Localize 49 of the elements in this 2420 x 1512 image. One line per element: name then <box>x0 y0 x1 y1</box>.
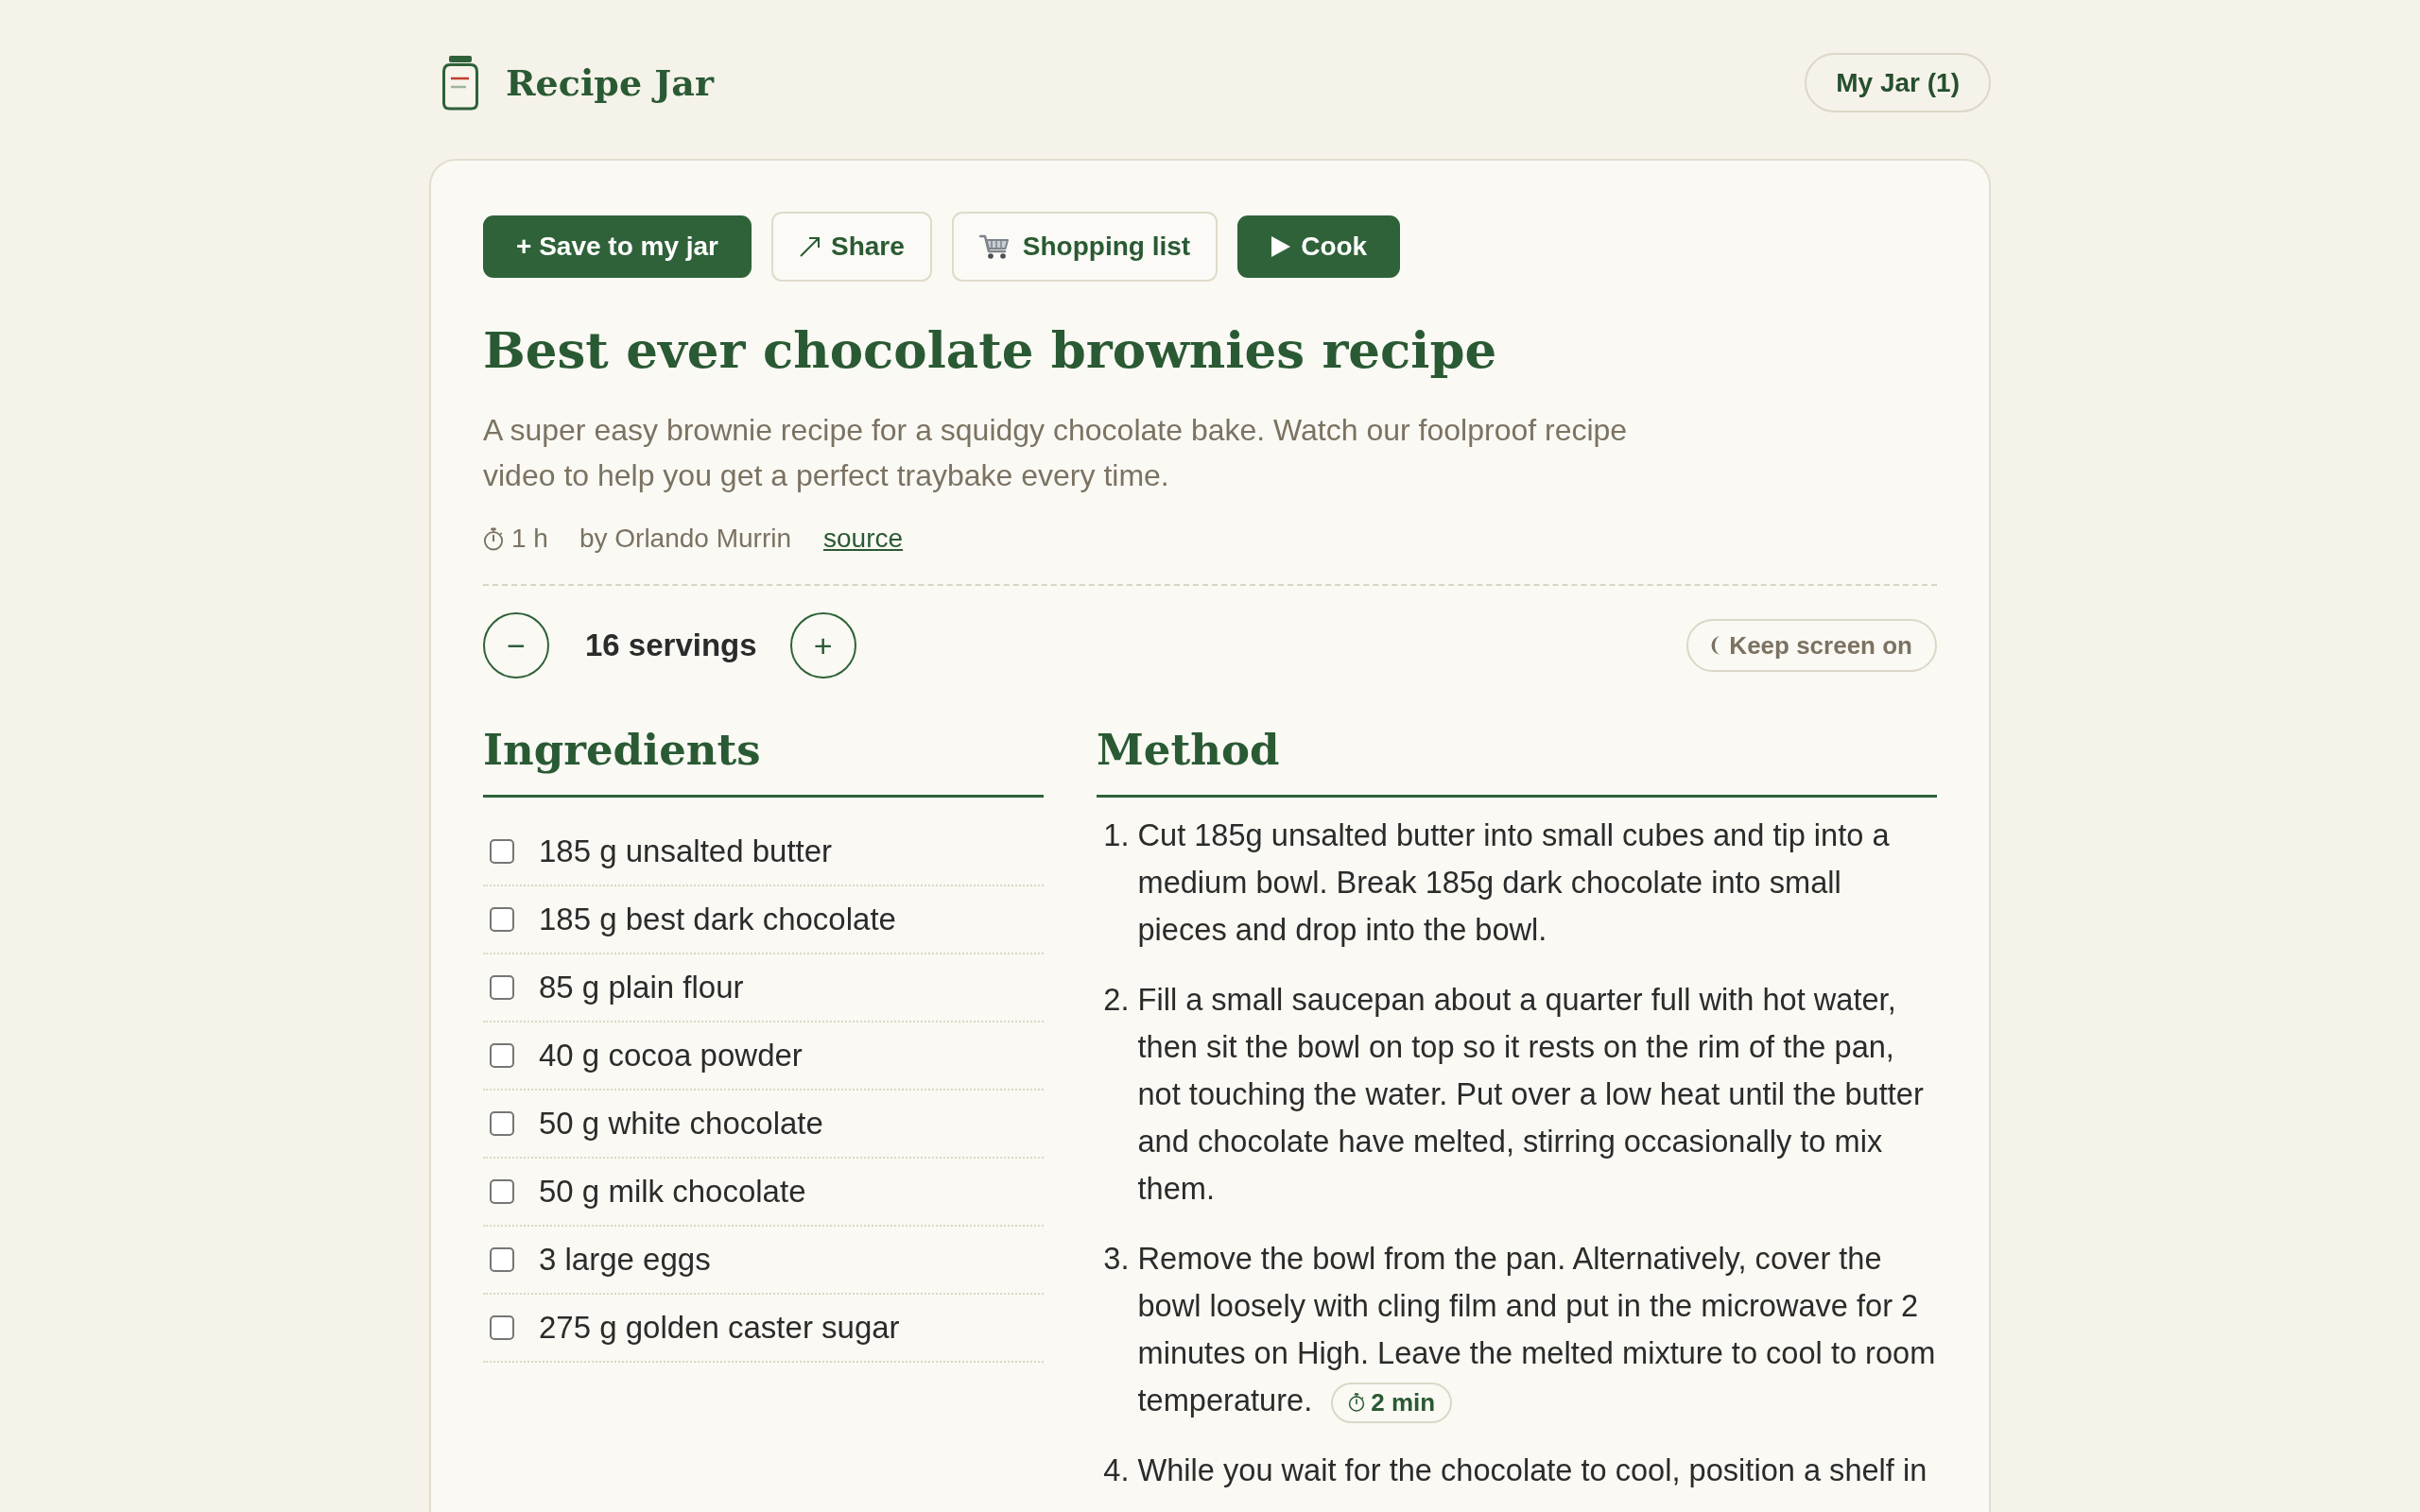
method-heading: Method <box>1097 722 1937 798</box>
recipe-description: A super easy brownie recipe for a squidgy chocolate bake. Watch our foolproof recipe video to help you get a perfect traybake every time. <box>483 412 1629 494</box>
keep-screen-on-toggle[interactable]: Keep screen on <box>1686 619 1937 672</box>
my-jar-button[interactable]: My Jar (1) <box>1805 53 1991 112</box>
decrease-servings-button[interactable]: − <box>483 612 549 679</box>
ingredient-checkbox[interactable] <box>490 1247 514 1272</box>
recipe-title: Best ever chocolate brownies recipe <box>483 319 1498 381</box>
recipe-author: by Orlando Murrin <box>579 523 792 555</box>
step-number: 3. <box>1102 1240 1131 1278</box>
ingredients-heading: Ingredients <box>483 722 1044 798</box>
step-number: 2. <box>1102 981 1131 1019</box>
ingredient-checkbox[interactable] <box>490 1179 514 1204</box>
step-text: Cut 185g unsalted butter into small cubes and tip into a medium bowl. Break 185g dark chocolate into small pieces and drop into the bowl. <box>1137 816 1891 949</box>
ingredient-text: 85 g plain flour <box>539 970 744 1005</box>
ingredient-text: 50 g white chocolate <box>539 1106 823 1142</box>
cook-time: 1 h <box>511 523 548 555</box>
save-button[interactable]: + Save to my jar <box>483 215 752 278</box>
shopping-list-button[interactable]: Shopping list <box>951 212 1219 282</box>
ingredient-text: 185 g best dark chocolate <box>539 902 896 937</box>
arrow-icon <box>799 235 821 258</box>
ingredient-checkbox[interactable] <box>490 975 514 1000</box>
play-icon <box>1270 235 1292 258</box>
ingredient-checkbox[interactable] <box>490 1315 514 1340</box>
stopwatch-icon <box>1348 1393 1366 1413</box>
servings-count: 16 servings <box>585 627 757 663</box>
ingredient-checkbox[interactable] <box>490 1043 514 1068</box>
jar-logo-icon <box>441 55 479 111</box>
ingredient-checkbox[interactable] <box>490 839 514 864</box>
cook-button[interactable]: Cook <box>1237 215 1401 278</box>
ingredient-text: 50 g milk chocolate <box>539 1174 806 1210</box>
timer-button[interactable]: 2 min <box>1331 1382 1453 1423</box>
step-text: While you wait for the chocolate to cool, position a shelf in <box>1137 1452 1928 1489</box>
ingredient-text: 185 g unsalted butter <box>539 833 833 869</box>
stopwatch-icon <box>483 526 504 551</box>
ingredient-text: 40 g cocoa powder <box>539 1038 803 1074</box>
step-number: 4. <box>1102 1452 1131 1489</box>
cart-icon <box>978 233 1010 260</box>
share-button[interactable]: Share <box>771 212 932 282</box>
app-title: Recipe Jar <box>506 60 714 106</box>
ingredient-checkbox[interactable] <box>490 907 514 932</box>
source-link[interactable]: source <box>823 520 904 558</box>
ingredient-text: 275 g golden caster sugar <box>539 1310 900 1346</box>
increase-servings-button[interactable]: + <box>789 612 856 679</box>
moon-icon <box>1711 635 1722 656</box>
ingredient-checkbox[interactable] <box>490 1111 514 1136</box>
ingredient-text: 3 large eggs <box>539 1242 711 1278</box>
step-number: 1. <box>1102 816 1131 854</box>
step-text: Remove the bowl from the pan. Alternatively, cover the bowl loosely with cling film and put in the microwave for 2 minutes on High. Leave the melted mixture to cool to room temperature. 2 min <box>1137 1235 1937 1424</box>
step-text: Fill a small saucepan about a quarter full with hot water, then sit the bowl on top so it rests on the rim of the pan, not touching the water. Put over a low heat until the butter and chocolate have melted, stirring occasionally to mix them. <box>1137 981 1925 1208</box>
